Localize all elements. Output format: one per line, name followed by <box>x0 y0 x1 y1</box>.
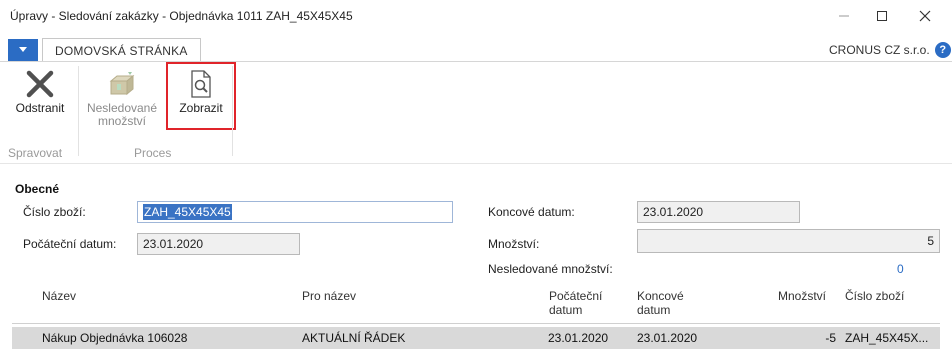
row-item-no: ZAH_45X45X... <box>845 331 929 345</box>
row-quantity: -5 <box>825 331 836 345</box>
window-title: Úpravy - Sledování zakázky - Objednávka … <box>10 9 353 23</box>
show-button[interactable]: Zobrazit <box>166 62 236 130</box>
application-menu-button[interactable] <box>8 39 38 61</box>
row-for-name: AKTUÁLNÍ ŘÁDEK <box>302 331 406 345</box>
delete-label: Odstranit <box>15 101 65 115</box>
row-end-date: 23.01.2020 <box>637 331 698 345</box>
section-title-general: Obecné <box>15 182 60 196</box>
show-label: Zobrazit <box>179 101 223 115</box>
close-button[interactable] <box>905 4 945 28</box>
col-header-start-date[interactable]: Počáteční datum <box>549 289 602 317</box>
group-label-manage: Spravovat <box>8 146 63 160</box>
col-header-start-date-line1: Počáteční <box>549 289 603 303</box>
col-header-end-date-line2: datum <box>637 303 671 317</box>
start-date-field[interactable]: 23.01.2020 <box>137 233 300 255</box>
company-indicator: CRONUS CZ s.r.o. ? <box>829 42 951 58</box>
minimize-button[interactable] <box>824 4 864 28</box>
col-header-end-date-line1: Koncové <box>637 289 684 303</box>
col-header-end-date[interactable]: Koncové datum <box>637 289 684 317</box>
quantity-label: Množství: <box>488 237 540 251</box>
tab-home[interactable]: DOMOVSKÁ STRÁNKA <box>42 38 201 62</box>
boxes-icon <box>105 66 139 102</box>
group-separator <box>78 66 79 156</box>
quantity-value: 5 <box>927 234 934 248</box>
chevron-down-icon <box>19 47 27 52</box>
col-header-quantity[interactable]: Množství <box>778 289 826 303</box>
col-header-item-no[interactable]: Číslo zboží <box>845 289 904 303</box>
ribbon-divider <box>0 163 952 164</box>
item-no-field[interactable]: ZAH_45X45X45 <box>137 201 453 223</box>
untracked-qty-value: 0 <box>897 262 904 276</box>
maximize-button[interactable] <box>862 4 902 28</box>
minimize-icon <box>839 15 849 17</box>
maximize-icon <box>877 11 887 21</box>
item-no-label: Číslo zboží: <box>23 205 86 219</box>
untracked-label-line2: množství <box>97 114 146 128</box>
row-start-date: 23.01.2020 <box>548 331 609 345</box>
item-no-value: ZAH_45X45X45 <box>143 204 232 220</box>
company-name: CRONUS CZ s.r.o. <box>829 43 930 57</box>
row-name: Nákup Objednávka 106028 <box>42 331 188 345</box>
col-header-start-date-line2: datum <box>549 303 583 317</box>
end-date-value: 23.01.2020 <box>643 205 704 219</box>
delete-button[interactable]: Odstranit <box>6 66 74 115</box>
help-icon[interactable]: ? <box>934 42 951 58</box>
quantity-field[interactable]: 5 <box>637 229 940 253</box>
untracked-qty-label: Nesledované množství: <box>488 262 613 276</box>
col-header-name[interactable]: Název <box>42 289 76 303</box>
close-icon <box>919 10 931 22</box>
group-label-process: Proces <box>134 146 172 160</box>
start-date-label: Počáteční datum: <box>23 237 117 251</box>
end-date-label: Koncové datum: <box>488 205 575 219</box>
end-date-field[interactable]: 23.01.2020 <box>637 201 800 223</box>
group-separator <box>232 66 233 156</box>
delete-x-icon <box>23 66 57 102</box>
untracked-quantity-button[interactable]: Nesledované množství <box>86 66 158 128</box>
tabs-divider <box>0 61 952 62</box>
start-date-value: 23.01.2020 <box>143 237 204 251</box>
col-header-for-name[interactable]: Pro název <box>302 289 356 303</box>
document-search-icon <box>184 66 218 102</box>
